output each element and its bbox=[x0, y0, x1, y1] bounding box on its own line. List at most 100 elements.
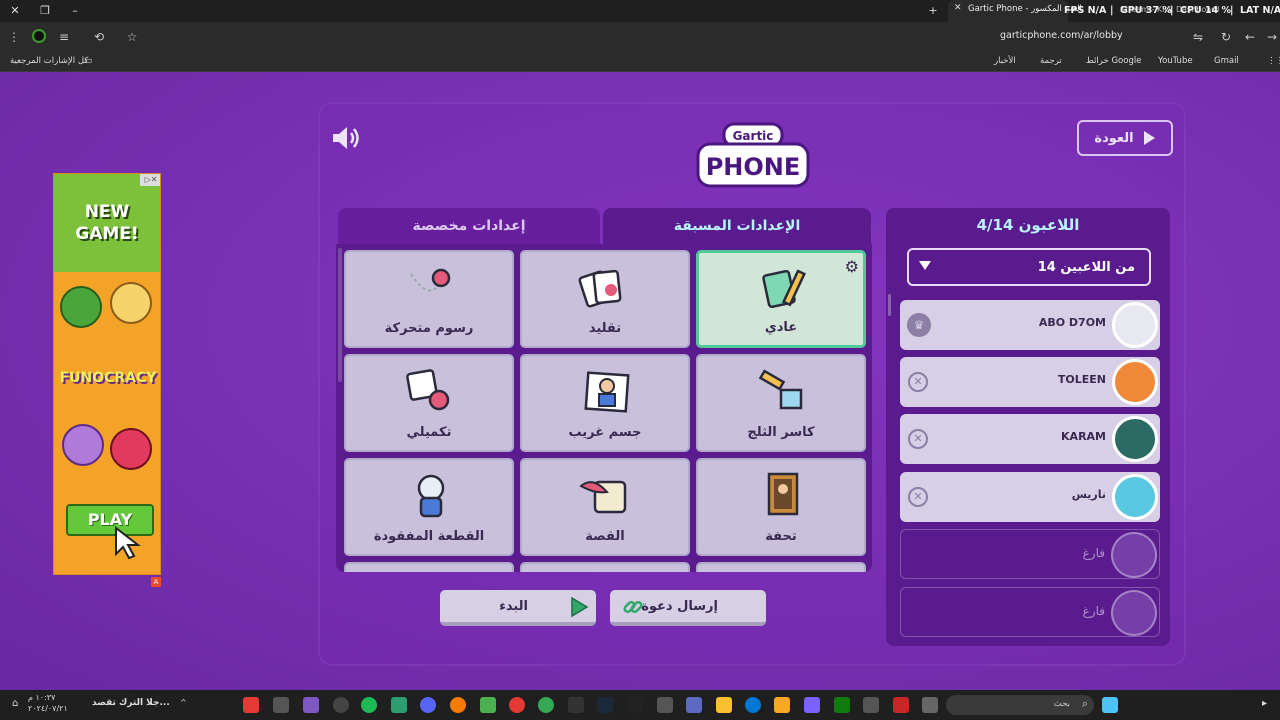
file-explorer-icon[interactable] bbox=[774, 697, 790, 713]
app-icon[interactable] bbox=[893, 697, 909, 713]
mode-label: القطعة المفقودة bbox=[373, 529, 485, 544]
close-tab-icon[interactable]: ✕ bbox=[954, 3, 962, 13]
logo-bottom-text: PHONE bbox=[706, 153, 801, 181]
mode-card-partial[interactable] bbox=[520, 562, 690, 572]
forward-arrow-icon[interactable]: → bbox=[1264, 29, 1280, 45]
start-button[interactable]: البدء bbox=[440, 590, 596, 626]
youtube-app-icon[interactable] bbox=[243, 697, 259, 713]
app-icon[interactable] bbox=[657, 697, 673, 713]
mode-card-complementary[interactable]: تكميلي bbox=[344, 354, 514, 452]
bookmark-all[interactable]: كل الإشارات المرجعية bbox=[10, 56, 88, 66]
players-title: اللاعبون 4/14 bbox=[976, 216, 1080, 234]
bookmark-star-icon[interactable]: ☆ bbox=[124, 29, 140, 45]
screenshot-icon[interactable]: ⟲ bbox=[91, 29, 107, 45]
spotify-icon[interactable] bbox=[361, 697, 377, 713]
bookmark-youtube[interactable]: YouTube bbox=[1158, 56, 1193, 66]
windows-start-icon[interactable] bbox=[1102, 697, 1118, 713]
camera-app-icon[interactable] bbox=[273, 697, 289, 713]
app-icon[interactable] bbox=[568, 697, 584, 713]
advertisement-banner[interactable]: NEW GAME! FUNOCRACY PLAY ▷✕ bbox=[53, 173, 161, 575]
divider: | bbox=[1230, 5, 1234, 16]
mode-card-partial[interactable] bbox=[696, 562, 866, 572]
extension-icon[interactable] bbox=[31, 29, 47, 45]
restore-window-icon[interactable]: ❐ bbox=[36, 2, 54, 20]
app-icon[interactable] bbox=[716, 697, 732, 713]
divider: | bbox=[1110, 5, 1114, 16]
ad-close-icon[interactable]: ▷✕ bbox=[140, 174, 160, 186]
chevron-down-icon bbox=[919, 261, 931, 270]
kick-player-icon[interactable]: ✕ bbox=[908, 372, 928, 392]
kick-player-icon[interactable]: ✕ bbox=[908, 429, 928, 449]
app-icon[interactable] bbox=[686, 697, 702, 713]
app-icon[interactable]: ▸ bbox=[1262, 698, 1267, 709]
tray-chevron-icon[interactable]: ^ bbox=[180, 698, 187, 707]
minecraft-icon[interactable] bbox=[480, 697, 496, 713]
blonde-character-icon bbox=[110, 282, 152, 324]
players-scrollbar[interactable] bbox=[888, 294, 891, 316]
tab-custom-settings[interactable]: إعدادات مخصصة bbox=[338, 208, 600, 244]
app-icon[interactable] bbox=[391, 697, 407, 713]
puzzle-apple-icon bbox=[406, 369, 450, 411]
task-view-icon[interactable] bbox=[922, 697, 938, 713]
tab-preset-settings[interactable]: الإعدادات المسبقة bbox=[603, 208, 871, 244]
epic-games-icon[interactable] bbox=[627, 697, 643, 713]
player-name: KARAM bbox=[1061, 430, 1106, 443]
notepad-pencil-icon bbox=[762, 269, 806, 309]
empty-avatar-icon bbox=[1111, 532, 1157, 578]
minimize-window-icon[interactable]: – bbox=[66, 2, 84, 20]
app-icon[interactable] bbox=[333, 697, 349, 713]
bookmark-news[interactable]: الأخبار bbox=[994, 56, 1016, 66]
xbox-icon[interactable] bbox=[834, 697, 850, 713]
chrome-icon[interactable] bbox=[538, 697, 554, 713]
back-button[interactable]: العودة bbox=[1077, 120, 1173, 156]
menu-icon[interactable]: ⋮ bbox=[6, 29, 22, 45]
play-arrow-icon bbox=[1143, 131, 1155, 145]
mode-card-missing-piece[interactable]: القطعة المفقودة bbox=[344, 458, 514, 556]
mode-card-partial[interactable] bbox=[344, 562, 514, 572]
copilot-icon[interactable] bbox=[804, 697, 820, 713]
reload-icon[interactable]: ↻ bbox=[1218, 29, 1234, 45]
gear-icon[interactable]: ⚙ bbox=[845, 257, 859, 276]
new-tab-icon[interactable]: + bbox=[924, 2, 942, 20]
mode-card-animation[interactable]: رسوم متحركة bbox=[344, 250, 514, 348]
mode-card-normal[interactable]: ⚙ عادي bbox=[696, 250, 866, 348]
bookmark-gmail[interactable]: Gmail bbox=[1214, 56, 1239, 66]
notification-text[interactable]: جلا الترك تقصد... bbox=[92, 698, 170, 708]
back-arrow-icon[interactable]: ← bbox=[1242, 29, 1258, 45]
close-window-icon[interactable]: ✕ bbox=[6, 2, 24, 20]
mode-label: تكميلي bbox=[406, 425, 452, 440]
tab-gartic-phone[interactable]: ✕ Gartic Phone - العب المكسور bbox=[948, 0, 1082, 22]
mode-label: القصة bbox=[585, 529, 625, 544]
extensions-list-icon[interactable]: ≡ bbox=[56, 29, 72, 45]
bookmark-maps[interactable]: خرائط Google bbox=[1086, 56, 1141, 66]
site-settings-icon[interactable]: ⇋ bbox=[1190, 29, 1206, 45]
modes-scrollbar[interactable] bbox=[338, 248, 342, 382]
app-icon[interactable] bbox=[303, 697, 319, 713]
app-icon[interactable] bbox=[863, 697, 879, 713]
page-content: NEW GAME! FUNOCRACY PLAY ▷✕ A Gartic PHO… bbox=[0, 72, 1280, 690]
mode-card-strange-body[interactable]: جسم غريب bbox=[520, 354, 690, 452]
edge-icon[interactable] bbox=[745, 697, 761, 713]
hammer-ice-icon bbox=[758, 369, 803, 410]
steam-icon[interactable] bbox=[597, 697, 613, 713]
mode-card-story[interactable]: القصة bbox=[520, 458, 690, 556]
player-count-select[interactable]: 14 من اللاعبين bbox=[907, 248, 1151, 286]
sound-toggle-icon[interactable] bbox=[330, 124, 364, 152]
invite-button[interactable]: إرسال دعوة bbox=[610, 590, 766, 626]
mode-card-icebreaker[interactable]: كاسر الثلج bbox=[696, 354, 866, 452]
taskbar-search[interactable]: بحث ⌕ bbox=[946, 695, 1094, 715]
app-icon[interactable] bbox=[509, 697, 525, 713]
mode-card-masterpiece[interactable]: تحفة bbox=[696, 458, 866, 556]
apps-grid-icon[interactable]: ⋮⋮ bbox=[1267, 56, 1280, 66]
bookmark-translate[interactable]: ترجمة bbox=[1040, 56, 1062, 66]
start-label: البدء bbox=[499, 599, 528, 614]
url-field[interactable]: garticphone.com/ar/lobby bbox=[1000, 30, 1123, 41]
network-icon[interactable]: ⌂ bbox=[12, 698, 18, 709]
ad-choices-icon[interactable]: A bbox=[151, 577, 161, 587]
player-row: ♛ ABO D7OM bbox=[900, 300, 1160, 350]
kick-player-icon[interactable]: ✕ bbox=[908, 487, 928, 507]
ad-brand-logo: FUNOCRACY bbox=[59, 370, 157, 386]
discord-icon[interactable] bbox=[420, 697, 436, 713]
mode-card-imitation[interactable]: تقليد bbox=[520, 250, 690, 348]
app-icon[interactable] bbox=[450, 697, 466, 713]
